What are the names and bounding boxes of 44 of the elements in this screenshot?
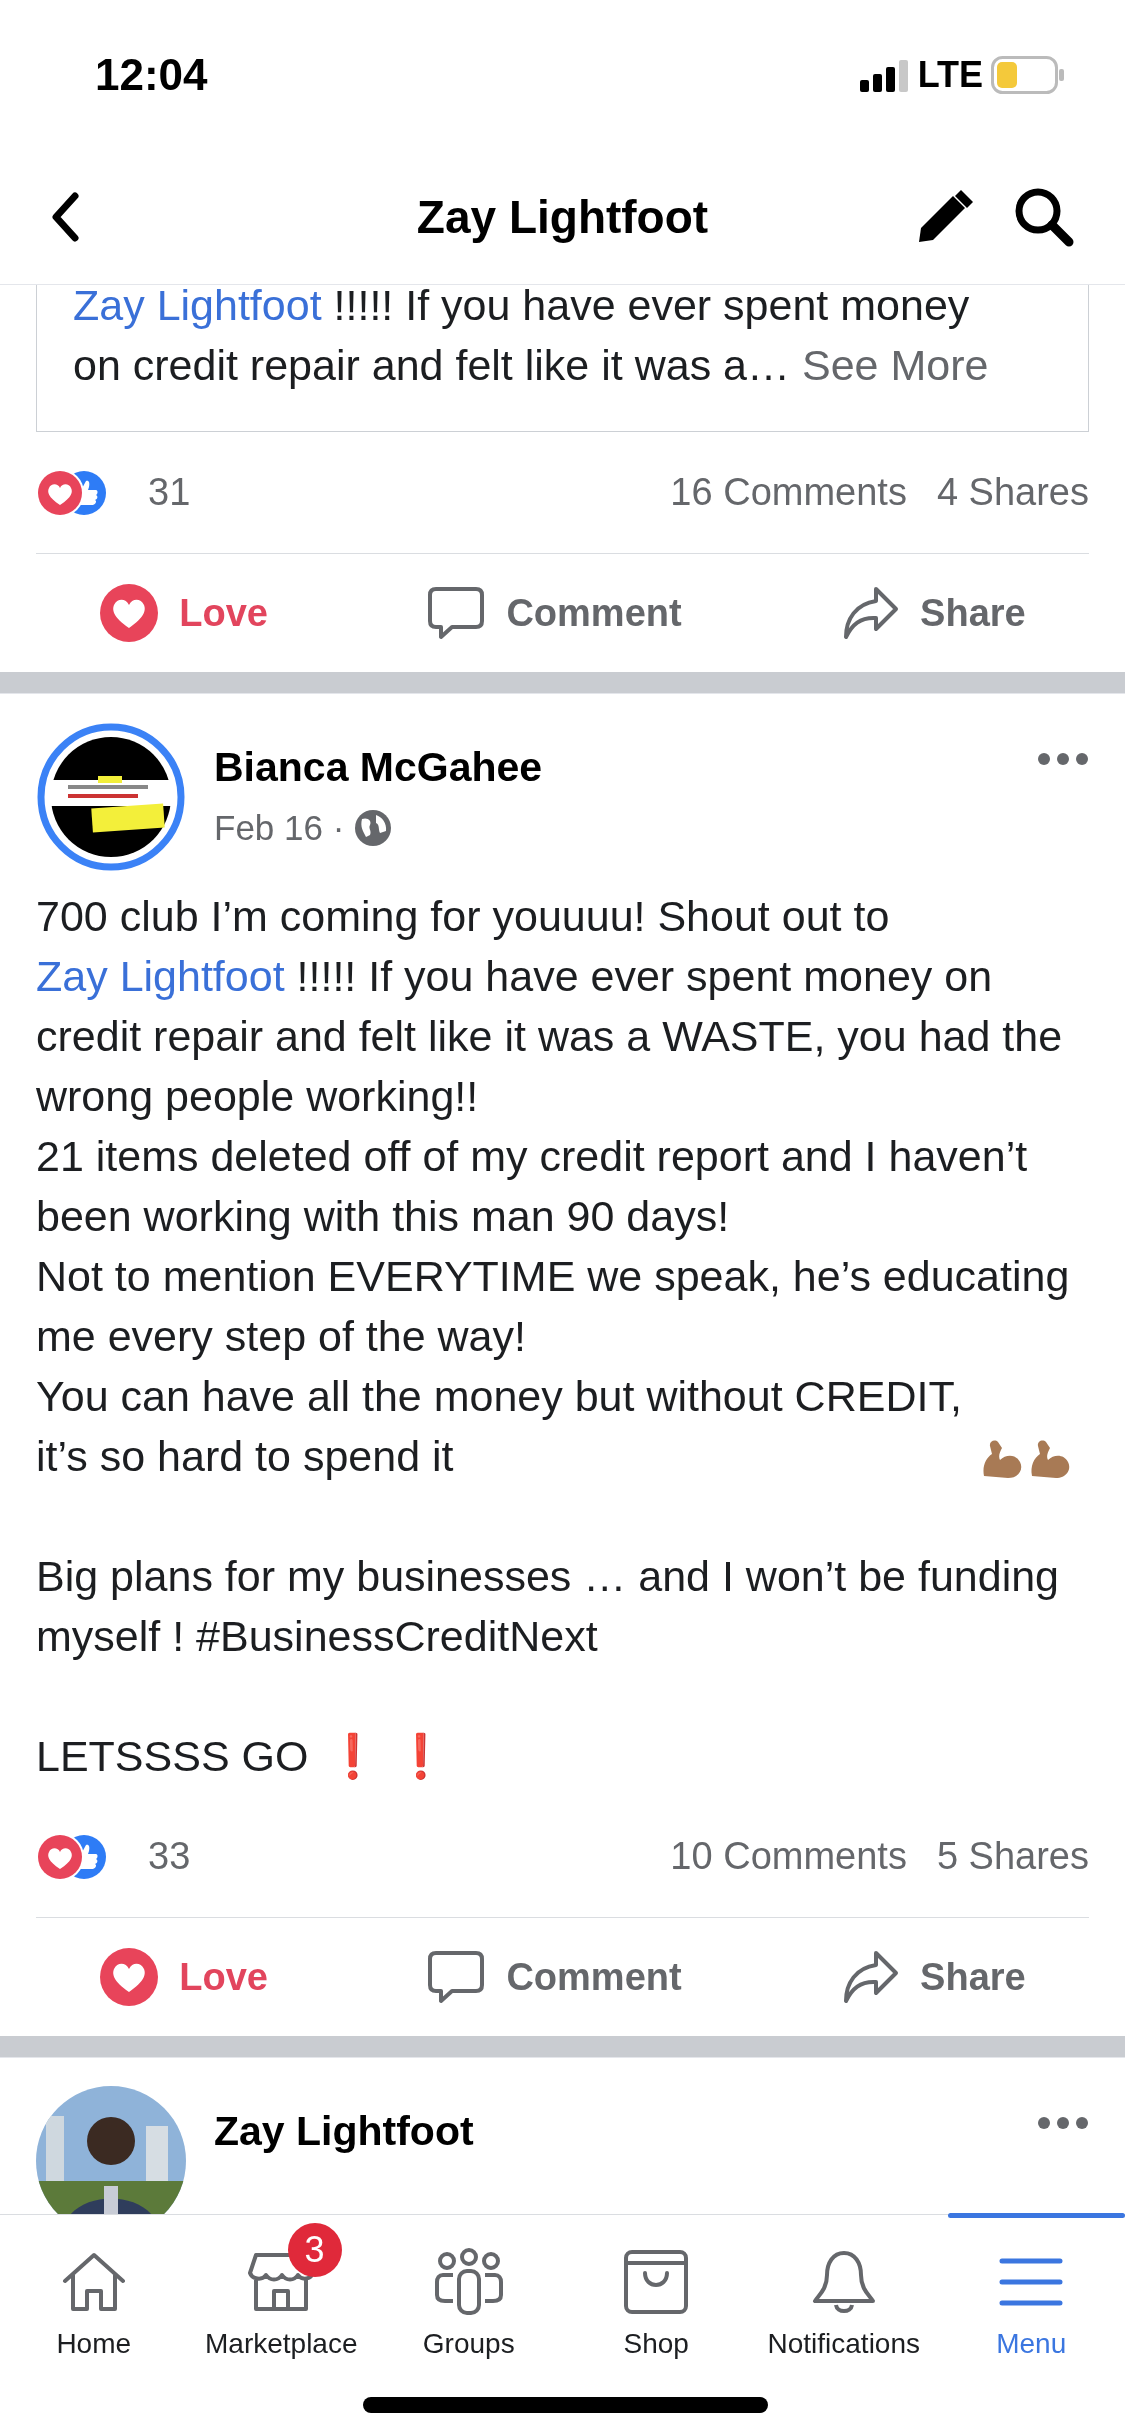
status-time: 12:04	[95, 49, 208, 101]
back-icon	[50, 192, 80, 242]
notification-badge: 3	[287, 2223, 342, 2277]
comment-count[interactable]: 16 Comments	[670, 464, 907, 521]
love-button[interactable]: Love	[99, 583, 268, 643]
comment-button[interactable]: Comment	[426, 1947, 682, 2007]
post-text: Big plans for my businesses … and I won’t be funding myself ! #BusinessCreditNext	[36, 1551, 1060, 1662]
post-date[interactable]: Feb 16 ·	[214, 801, 345, 855]
nav-tab[interactable]: Home	[0, 2215, 188, 2365]
post-text: LETSSSS GO	[36, 1732, 309, 1780]
post-text: Not to mention EVERYTIME we speak, he’s educating me every step of the way!	[36, 1251, 1071, 1362]
comment-count[interactable]: 10 Comments	[670, 1828, 907, 1885]
nav-tab[interactable]: Menu	[937, 2215, 1125, 2365]
author-name[interactable]: Zay Lightfoot	[214, 2104, 474, 2158]
post-text: 700 club I’m coming for youuuu! Shout out to Zay Lightfoot !!!!! If you have ever spent money on credit repair and felt like it was a WASTE, you had the wrong people working!!	[36, 891, 1064, 1122]
mention-link[interactable]: Zay Lightfoot	[73, 285, 322, 329]
reaction-count: 31	[148, 470, 191, 515]
more-options-icon[interactable]	[1037, 2116, 1089, 2130]
post-text: on credit repair and felt like it was a… See More	[73, 340, 990, 391]
share-button[interactable]: Share	[840, 1947, 1026, 2007]
reaction-count: 33	[148, 1834, 191, 1879]
globe-icon	[354, 809, 393, 847]
nav-tab[interactable]: Marketplace 3	[187, 2215, 375, 2365]
nav-tab[interactable]: Shop	[562, 2215, 750, 2365]
post-text: 21 items deleted off of my credit report and I haven’t been working with this man 90 days!	[36, 1131, 1029, 1242]
love-button[interactable]: Love	[99, 1947, 268, 2007]
nav-tab[interactable]: Groups	[375, 2215, 563, 2365]
share-button[interactable]: Share	[840, 583, 1026, 643]
comment-button[interactable]: Comment	[426, 583, 682, 643]
network-label: LTE	[917, 53, 983, 97]
author-name[interactable]: Bianca McGahee	[214, 739, 543, 794]
exclamation-marks: ❗ ❗	[326, 1731, 449, 1781]
share-count[interactable]: 4 Shares	[936, 464, 1089, 521]
mention-link[interactable]: Zay Lightfoot	[36, 952, 285, 1000]
see-more-link[interactable]: See More	[801, 341, 989, 389]
battery-icon	[991, 56, 1065, 94]
post-text: You can have all the money but without CREDIT, it’s so hard to spend it	[36, 1371, 963, 1482]
nav-tab[interactable]: Notifications	[750, 2215, 938, 2365]
page-title: Zay Lightfoot	[416, 189, 709, 245]
search-icon[interactable]	[1013, 186, 1075, 248]
more-options-icon[interactable]	[1037, 752, 1089, 766]
post-text: Zay Lightfoot !!!!! If you have ever spent money	[73, 285, 971, 331]
share-count[interactable]: 5 Shares	[936, 1828, 1089, 1885]
signal-icon	[859, 58, 910, 92]
